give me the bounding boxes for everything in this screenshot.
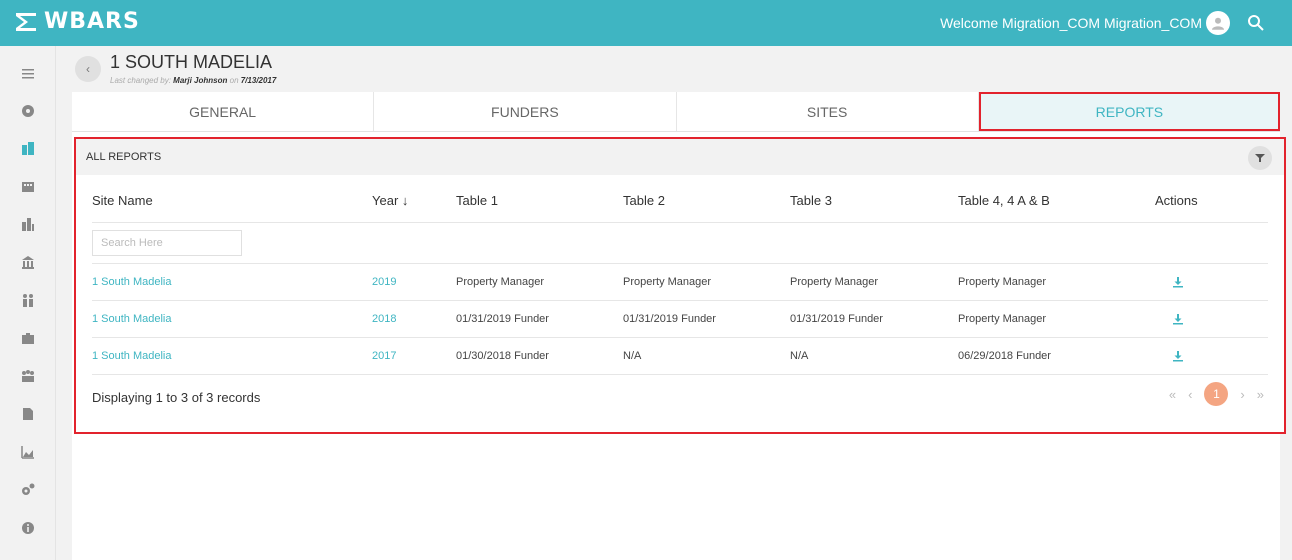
site-link[interactable]: 1 South Madelia <box>92 276 172 288</box>
page-title: 1 SOUTH MADELIA <box>110 52 273 72</box>
year-link[interactable]: 2019 <box>372 276 396 288</box>
download-icon[interactable] <box>1172 276 1184 288</box>
col-year[interactable]: Year ↓ <box>372 193 408 208</box>
pagination: « ‹ 1 › » <box>1169 382 1264 406</box>
records-count: Displaying 1 to 3 of 3 records <box>92 390 261 405</box>
prev-page-button[interactable]: ‹ <box>1188 387 1192 402</box>
document-icon[interactable] <box>0 396 56 432</box>
page-header: ‹ 1 SOUTH MADELIA Last changed by: Marji… <box>72 46 1280 92</box>
col-table-4[interactable]: Table 4, 4 A & B <box>958 193 1050 208</box>
tab-reports[interactable]: REPORTS <box>978 92 1280 131</box>
search-input[interactable] <box>92 230 242 256</box>
info-icon[interactable] <box>0 510 56 546</box>
table-row: 1 South Madelia 2019 Property Manager Pr… <box>92 263 1268 300</box>
table-1-cell: 01/31/2019 Funder <box>456 313 549 325</box>
settings-icon[interactable] <box>0 472 56 508</box>
table-4-cell: Property Manager <box>958 276 1047 288</box>
filter-icon[interactable] <box>1248 146 1272 170</box>
logo-text: WBARS <box>44 9 140 34</box>
tab-bar: GENERAL FUNDERS SITES REPORTS <box>72 92 1280 132</box>
people-icon[interactable] <box>0 282 56 318</box>
area-chart-icon[interactable] <box>0 434 56 470</box>
table-4-cell: 06/29/2018 Funder <box>958 350 1051 362</box>
all-reports-panel: ALL REPORTS Site Name Year ↓ Table 1 Tab… <box>74 137 1286 434</box>
col-table-1[interactable]: Table 1 <box>456 193 498 208</box>
user-avatar-icon[interactable] <box>1206 11 1230 35</box>
bank-icon[interactable] <box>0 244 56 280</box>
download-icon[interactable] <box>1172 350 1184 362</box>
table-1-cell: 01/30/2018 Funder <box>456 350 549 362</box>
table-4-cell: Property Manager <box>958 313 1047 325</box>
group-icon[interactable] <box>0 358 56 394</box>
table-3-cell: 01/31/2019 Funder <box>790 313 883 325</box>
year-link[interactable]: 2017 <box>372 350 396 362</box>
main-content: ‹ 1 SOUTH MADELIA Last changed by: Marji… <box>72 46 1286 560</box>
top-bar: WBARS Welcome Migration_COM Migration_CO… <box>0 0 1292 46</box>
site-link[interactable]: 1 South Madelia <box>92 350 172 362</box>
last-changed-info: Last changed by: Marji Johnson on 7/13/2… <box>110 76 277 85</box>
reports-panel-header: ALL REPORTS <box>76 139 1284 175</box>
download-icon[interactable] <box>1172 313 1184 325</box>
city-icon[interactable] <box>0 206 56 242</box>
last-page-button[interactable]: » <box>1257 387 1264 402</box>
table-row: 1 South Madelia 2017 01/30/2018 Funder N… <box>92 337 1268 374</box>
year-link[interactable]: 2018 <box>372 313 396 325</box>
briefcase-icon[interactable] <box>0 320 56 356</box>
table-2-cell: 01/31/2019 Funder <box>623 313 716 325</box>
buildings-icon[interactable] <box>0 168 56 204</box>
tab-general[interactable]: GENERAL <box>72 92 375 131</box>
col-site-name[interactable]: Site Name <box>92 193 153 208</box>
tab-sites[interactable]: SITES <box>677 92 979 131</box>
page-1-button[interactable]: 1 <box>1204 382 1229 406</box>
table-2-cell: N/A <box>623 350 642 362</box>
wbars-logo-icon <box>16 12 36 31</box>
col-table-3[interactable]: Table 3 <box>790 193 832 208</box>
col-table-2[interactable]: Table 2 <box>623 193 665 208</box>
property-icon[interactable] <box>0 130 56 166</box>
table-2-cell: Property Manager <box>623 276 712 288</box>
search-icon[interactable] <box>1246 13 1266 33</box>
highlight-box <box>978 92 1280 131</box>
back-button[interactable]: ‹ <box>75 56 101 82</box>
table-bottom-border <box>92 374 1268 375</box>
table-3-cell: Property Manager <box>790 276 879 288</box>
site-link[interactable]: 1 South Madelia <box>92 313 172 325</box>
table-1-cell: Property Manager <box>456 276 545 288</box>
table-row: 1 South Madelia 2018 01/31/2019 Funder 0… <box>92 300 1268 337</box>
table-3-cell: N/A <box>790 350 809 362</box>
logo[interactable]: WBARS <box>14 9 140 34</box>
col-actions: Actions <box>1155 193 1198 208</box>
menu-icon[interactable] <box>0 56 56 92</box>
section-title: ALL REPORTS <box>86 151 162 163</box>
first-page-button[interactable]: « <box>1169 387 1176 402</box>
sidebar <box>0 46 56 560</box>
welcome-text: Welcome Migration_COM Migration_COM <box>940 15 1202 31</box>
next-page-button[interactable]: › <box>1240 387 1244 402</box>
dashboard-icon[interactable] <box>0 92 56 128</box>
tab-funders[interactable]: FUNDERS <box>374 92 677 131</box>
table-header: Site Name Year ↓ Table 1 Table 2 Table 3… <box>92 175 1268 223</box>
